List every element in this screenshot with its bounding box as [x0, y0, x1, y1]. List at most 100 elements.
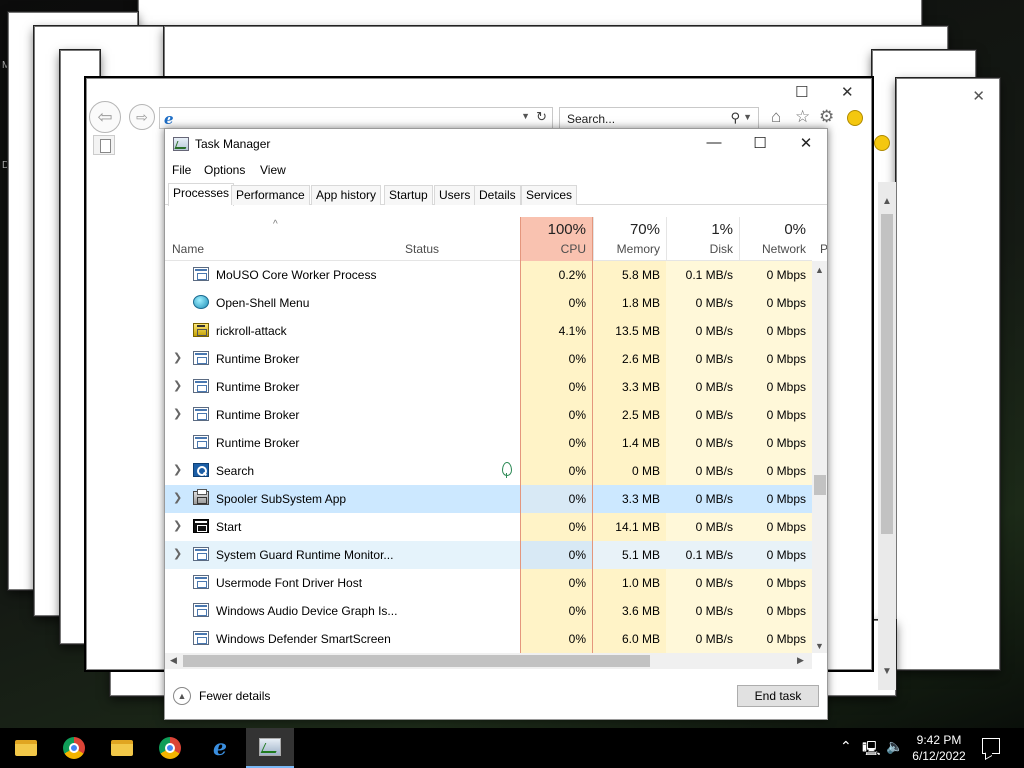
maximize-icon[interactable]: ☐ — [795, 83, 808, 101]
tab-performance[interactable]: Performance — [231, 185, 310, 205]
table-row[interactable]: ❯ Runtime Broker 0% 3.3 MB 0 MB/s 0 Mbps — [165, 373, 812, 401]
chevron-up-icon[interactable]: ▲ — [882, 196, 892, 207]
column-disk[interactable]: 1% Disk — [666, 217, 739, 261]
smiley-icon[interactable] — [874, 135, 890, 151]
memory-cell: 2.6 MB — [593, 345, 666, 373]
fewer-details-link[interactable]: Fewer details — [199, 689, 270, 703]
taskbar-file-explorer[interactable] — [2, 728, 50, 768]
chevron-down-icon[interactable]: ▼ — [882, 666, 892, 677]
task-manager-window: Task Manager — ☐ ✕ File Options View Pro… — [164, 128, 828, 720]
table-row[interactable]: ❯ Start 0% 14.1 MB 0 MB/s 0 Mbps — [165, 513, 812, 541]
expand-chevron-icon[interactable]: ❯ — [173, 547, 182, 560]
end-task-button[interactable]: End task — [737, 685, 819, 707]
table-row[interactable]: MoUSO Core Worker Process 0.2% 5.8 MB 0.… — [165, 261, 812, 289]
disk-cell: 0 MB/s — [666, 345, 739, 373]
chevron-up-icon[interactable]: ▲ — [815, 265, 824, 275]
notification-icon[interactable] — [982, 738, 1000, 754]
system-clock[interactable]: 9:42 PM 6/12/2022 — [904, 732, 974, 764]
column-name[interactable]: Name — [172, 242, 204, 256]
vertical-scrollbar[interactable]: ▲ ▼ — [812, 261, 827, 653]
scrollbar-thumb[interactable] — [814, 475, 826, 495]
volume-icon[interactable]: 🔈 — [886, 738, 903, 755]
scrollbar-thumb[interactable] — [881, 214, 893, 534]
tab-processes[interactable]: Processes — [168, 183, 235, 206]
column-extra[interactable]: P — [820, 242, 827, 256]
close-icon[interactable]: ✕ — [841, 83, 854, 101]
expand-chevron-icon[interactable]: ❯ — [173, 407, 182, 420]
disk-total: 1% — [711, 221, 733, 238]
table-row[interactable]: ❯ Runtime Broker 0% 2.6 MB 0 MB/s 0 Mbps — [165, 345, 812, 373]
menu-options[interactable]: Options — [204, 163, 245, 177]
process-icon — [193, 267, 209, 281]
process-name: Spooler SubSystem App — [216, 492, 347, 506]
tab-app-history[interactable]: App history — [311, 185, 382, 205]
chevron-up-icon[interactable]: ▲ — [173, 687, 191, 705]
close-icon[interactable]: ✕ — [783, 134, 827, 152]
taskbar-file-explorer[interactable] — [98, 728, 146, 768]
taskbar-chrome[interactable] — [146, 728, 194, 768]
memory-cell: 6.0 MB — [593, 625, 666, 653]
network-cell: 0 Mbps — [739, 317, 812, 345]
chevron-down-icon[interactable]: ▼ — [815, 641, 824, 651]
address-bar[interactable]: e ▼ ↻ — [159, 107, 553, 129]
forward-arrow-icon[interactable]: ⇨ — [129, 104, 155, 130]
maximize-icon[interactable]: ☐ — [737, 134, 783, 152]
start-app-icon — [193, 519, 209, 533]
chevron-down-icon[interactable]: ▼ — [743, 112, 752, 122]
memory-cell: 3.3 MB — [593, 373, 666, 401]
taskbar-chrome[interactable] — [50, 728, 98, 768]
minimize-icon[interactable]: — — [691, 134, 737, 151]
star-icon[interactable]: ☆ — [795, 107, 810, 127]
menu-file[interactable]: File — [172, 163, 191, 177]
home-icon[interactable]: ⌂ — [771, 107, 781, 127]
table-row[interactable]: ❯ System Guard Runtime Monitor... 0% 5.1… — [165, 541, 812, 569]
new-tab-button[interactable] — [93, 135, 115, 155]
column-status[interactable]: Status — [405, 242, 439, 256]
tab-users[interactable]: Users — [434, 185, 476, 205]
table-row[interactable]: Open-Shell Menu 0% 1.8 MB 0 MB/s 0 Mbps — [165, 289, 812, 317]
column-network[interactable]: 0% Network — [739, 217, 812, 261]
network-icon[interactable]: 🖳 — [862, 738, 881, 762]
back-arrow-icon[interactable]: ⇦ — [89, 101, 121, 133]
search-icon[interactable]: ⚲ — [730, 110, 740, 126]
expand-chevron-icon[interactable]: ❯ — [173, 351, 182, 364]
search-input[interactable]: Search... ⚲ ▼ — [559, 107, 759, 129]
chevron-up-icon[interactable]: ⌃ — [840, 738, 852, 755]
column-cpu[interactable]: 100% CPU — [520, 217, 593, 261]
expand-chevron-icon[interactable]: ❯ — [173, 491, 182, 504]
chevron-down-icon[interactable]: ▼ — [521, 111, 530, 121]
window-title: Task Manager — [195, 137, 271, 151]
tab-startup[interactable]: Startup — [384, 185, 433, 205]
column-memory[interactable]: 70% Memory — [593, 217, 666, 261]
table-row[interactable]: Runtime Broker 0% 1.4 MB 0 MB/s 0 Mbps — [165, 429, 812, 457]
horizontal-scrollbar[interactable]: ◀ ▶ — [165, 653, 812, 669]
tab-services[interactable]: Services — [521, 185, 578, 205]
table-row[interactable]: ❯ Spooler SubSystem App 0% 3.3 MB 0 MB/s… — [165, 485, 812, 513]
expand-chevron-icon[interactable]: ❯ — [173, 519, 182, 532]
tab-details[interactable]: Details — [474, 185, 521, 205]
table-row[interactable]: rickroll-attack 4.1% 13.5 MB 0 MB/s 0 Mb… — [165, 317, 812, 345]
gear-icon[interactable]: ⚙ — [819, 107, 834, 127]
expand-chevron-icon[interactable]: ❯ — [173, 463, 182, 476]
refresh-icon[interactable]: ↻ — [536, 109, 547, 125]
smiley-icon[interactable] — [847, 110, 863, 126]
table-row[interactable]: Windows Audio Device Graph Is... 0% 3.6 … — [165, 597, 812, 625]
chrome-icon — [159, 737, 181, 759]
expand-chevron-icon[interactable]: ❯ — [173, 379, 182, 392]
table-row[interactable]: Usermode Font Driver Host 0% 1.0 MB 0 MB… — [165, 569, 812, 597]
background-scrollbar[interactable]: ▲ ▼ — [878, 182, 896, 690]
chevron-right-icon[interactable]: ▶ — [797, 655, 804, 666]
title-bar[interactable]: Task Manager — ☐ ✕ — [165, 129, 827, 159]
table-row[interactable]: Windows Defender SmartScreen 0% 6.0 MB 0… — [165, 625, 812, 653]
table-row[interactable]: ❯ Search 0% 0 MB 0 MB/s 0 Mbps — [165, 457, 812, 485]
network-cell: 0 Mbps — [739, 569, 812, 597]
process-name: Runtime Broker — [216, 436, 300, 450]
taskbar-task-manager[interactable] — [246, 728, 294, 768]
chevron-left-icon[interactable]: ◀ — [170, 655, 177, 666]
scrollbar-thumb[interactable] — [183, 655, 650, 667]
taskbar-internet-explorer[interactable]: e — [196, 728, 244, 768]
table-row[interactable]: ❯ Runtime Broker 0% 2.5 MB 0 MB/s 0 Mbps — [165, 401, 812, 429]
menu-view[interactable]: View — [260, 163, 286, 177]
network-cell: 0 Mbps — [739, 429, 812, 457]
close-icon[interactable]: ✕ — [972, 87, 985, 105]
